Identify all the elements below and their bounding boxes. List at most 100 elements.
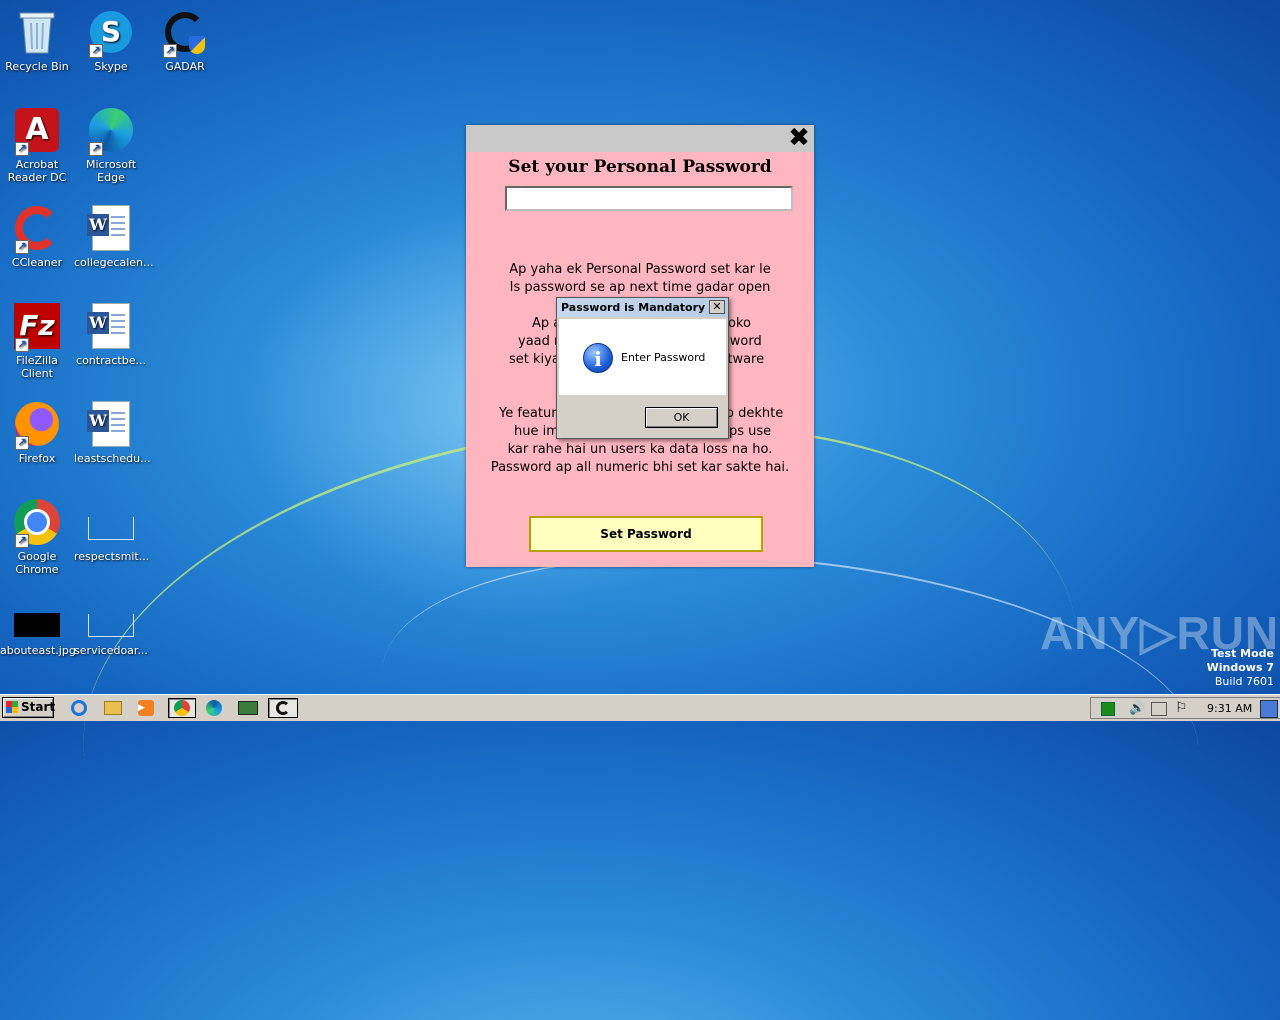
gadar-taskbar-icon[interactable] <box>268 698 298 718</box>
word-document-icon: W <box>87 400 135 448</box>
network-taskbar-icon[interactable] <box>234 698 262 718</box>
text-line: yaad r <box>518 334 560 349</box>
desktop-icon-recycle-bin[interactable]: Recycle Bin <box>0 8 74 73</box>
desktop-icon-firefox[interactable]: ↗ Firefox <box>0 400 74 465</box>
desktop-icon-chrome[interactable]: ↗ Google Chrome <box>0 498 74 576</box>
ie-taskbar-icon[interactable] <box>68 698 90 718</box>
gadar-icon: ↗ <box>161 8 209 58</box>
password-input[interactable] <box>505 186 793 211</box>
build-label: Build 7601 <box>1214 675 1274 688</box>
ccleaner-icon: ↗ <box>13 204 61 254</box>
shortcut-arrow-icon: ↗ <box>89 44 103 58</box>
dialog-title-bar[interactable]: Password is Mandatory ✕ <box>557 298 728 317</box>
uac-shield-icon <box>189 36 205 54</box>
desktop-icon-label: leastschedu... <box>74 452 151 465</box>
desktop-icon-abouteast[interactable]: abouteast.jpg <box>0 610 76 657</box>
desktop-icon-label: respectsmit... <box>74 550 150 563</box>
text-line: hue im <box>514 424 559 439</box>
clock[interactable]: 9:31 AM <box>1207 702 1252 715</box>
desktop-icon-label: Recycle Bin <box>5 60 69 73</box>
shortcut-arrow-icon: ↗ <box>15 534 29 548</box>
desktop-icon-label: GADAR <box>165 60 205 73</box>
shortcut-arrow-icon: ↗ <box>15 240 29 254</box>
acrobat-icon: A ↗ <box>13 106 61 156</box>
desktop-icon-label: Microsoft Edge <box>85 158 137 184</box>
desktop-icon-edge[interactable]: ↗ Microsoft Edge <box>74 106 148 184</box>
desktop-icon-skype[interactable]: S ↗ Skype <box>74 8 148 73</box>
text-line: Ap yaha ek Personal Password set kar le <box>509 262 771 277</box>
text-line: ps use <box>729 424 772 439</box>
desktop-icon-servicedoar[interactable]: servicedoar... <box>74 610 148 657</box>
windows-logo-icon <box>6 701 18 713</box>
text-line: Ye featur <box>499 406 557 421</box>
shortcut-arrow-icon: ↗ <box>15 436 29 450</box>
desktop-icon-label: abouteast.jpg <box>0 644 76 657</box>
close-icon[interactable]: ✕ <box>709 300 725 314</box>
os-label: Windows 7 <box>1206 661 1274 674</box>
desktop-icon-label: FileZilla Client <box>16 354 58 380</box>
flag-icon[interactable]: ⚐ <box>1175 700 1188 716</box>
chrome-icon: ↗ <box>13 498 61 548</box>
desktop-icon-label: servicedoar... <box>74 644 148 657</box>
start-button[interactable]: Start <box>2 697 56 718</box>
recycle-bin-icon <box>13 8 61 56</box>
text-line: ftware <box>723 352 765 367</box>
green-status-icon[interactable] <box>1101 702 1115 716</box>
blank-file-icon <box>87 510 135 546</box>
close-icon[interactable]: ✖ <box>788 125 810 151</box>
skype-icon: S ↗ <box>87 8 135 58</box>
desktop-icon-label: collegecalen... <box>74 256 154 269</box>
explorer-taskbar-icon[interactable] <box>102 698 124 718</box>
info-paragraph-1: Ap yaha ek Personal Password set kar le … <box>466 261 814 297</box>
ok-button[interactable]: OK <box>645 407 718 428</box>
taskbar: Start ▶ 🔊 ⚐ 9:31 AM <box>0 694 1280 721</box>
media-player-taskbar-icon[interactable]: ▶ <box>135 698 157 718</box>
desktop-icon-label: contractbe... <box>76 354 146 367</box>
text-line: set kiya <box>509 352 560 367</box>
desktop-icon-filezilla[interactable]: Fz ↗ FileZilla Client <box>0 302 74 380</box>
word-document-icon: W <box>87 302 135 350</box>
edge-taskbar-icon[interactable] <box>203 698 225 718</box>
test-mode-watermark: Test Mode Windows 7 Build 7601 <box>1207 647 1274 689</box>
desktop-icon-gadar[interactable]: ↗ GADAR <box>148 8 222 73</box>
desktop-icon-label: Acrobat Reader DC <box>7 158 67 184</box>
word-document-icon: W <box>87 204 135 252</box>
desktop-icon-collegecalen[interactable]: W collegecalen... <box>74 204 154 269</box>
password-mandatory-dialog: Password is Mandatory ✕ i Enter Password… <box>556 297 729 439</box>
text-line: Is password se ap next time gadar open <box>509 280 771 295</box>
desktop-icon-label: Google Chrome <box>15 550 59 576</box>
desktop-icon-contractbe[interactable]: W contractbe... <box>74 302 148 367</box>
text-line: kar rahe hai un users ka data loss na ho… <box>507 442 773 457</box>
shortcut-arrow-icon: ↗ <box>163 44 177 58</box>
test-mode-label: Test Mode <box>1211 647 1274 660</box>
gadar-title-bar[interactable]: ✖ <box>466 125 814 152</box>
text-line: Password ap all numeric bhi set kar sakt… <box>490 460 790 475</box>
shortcut-arrow-icon: ↗ <box>15 338 29 352</box>
desktop-icon-label: Firefox <box>18 452 56 465</box>
filezilla-icon: Fz ↗ <box>13 302 61 352</box>
desktop-icon-leastschedu[interactable]: W leastschedu... <box>74 400 151 465</box>
text-line: o dekhte <box>726 406 784 421</box>
chrome-taskbar-icon[interactable] <box>168 698 196 718</box>
start-label: Start <box>21 700 56 714</box>
desktop-icon-respectsmit[interactable]: respectsmit... <box>74 510 150 563</box>
text-line: oko <box>728 316 751 331</box>
image-file-icon <box>13 610 61 640</box>
desktop-icon-acrobat[interactable]: A ↗ Acrobat Reader DC <box>0 106 74 184</box>
speaker-icon[interactable]: 🔊 <box>1129 701 1145 716</box>
dialog-title: Password is Mandatory <box>561 301 706 314</box>
desktop-icon-label: Skype <box>94 60 128 73</box>
desktop-icon-ccleaner[interactable]: ↗ CCleaner <box>0 204 74 269</box>
dialog-body: i Enter Password <box>559 319 726 395</box>
information-icon: i <box>583 343 613 373</box>
firefox-icon: ↗ <box>13 400 61 450</box>
shortcut-arrow-icon: ↗ <box>15 142 29 156</box>
system-tray: 🔊 ⚐ 9:31 AM <box>1090 697 1280 719</box>
desktop-icon-label: CCleaner <box>11 256 63 269</box>
shortcut-arrow-icon: ↗ <box>89 142 103 156</box>
network-icon[interactable] <box>1151 702 1167 716</box>
set-password-button[interactable]: Set Password <box>529 516 763 552</box>
edge-icon: ↗ <box>87 106 135 156</box>
page-title: Set your Personal Password <box>508 157 772 177</box>
show-desktop-icon[interactable] <box>1260 700 1278 718</box>
